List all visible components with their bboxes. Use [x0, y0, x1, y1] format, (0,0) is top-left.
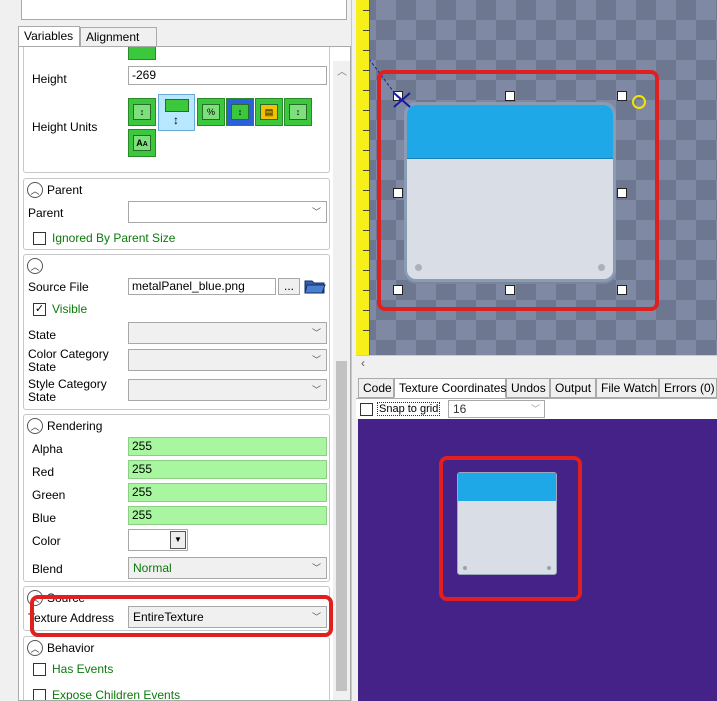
- collapse-icon[interactable]: ︿: [27, 182, 43, 198]
- highlight-texture-address: [30, 595, 333, 637]
- chevron-down-icon: ﹀: [311, 207, 321, 217]
- chevron-down-icon: ﹀: [311, 328, 321, 338]
- chevron-down-icon: ﹀: [311, 563, 321, 573]
- unit-button-partial[interactable]: [128, 47, 156, 60]
- units-file-button[interactable]: ↕: [284, 98, 312, 126]
- snap-toolbar: Snap to grid 16 ﹀: [356, 398, 717, 419]
- behavior-header: Behavior: [47, 641, 95, 655]
- source-file-input[interactable]: metalPanel_blue.png: [128, 278, 276, 295]
- collapse-icon[interactable]: ︿: [27, 640, 43, 656]
- blue-label: Blue: [32, 511, 57, 525]
- behavior-section: ︿ Behavior Has Events Expose Children Eve…: [23, 636, 330, 701]
- ignored-by-parent-checkbox[interactable]: [33, 232, 46, 245]
- tab-code[interactable]: Code: [358, 378, 394, 398]
- snap-to-grid-checkbox[interactable]: [360, 403, 373, 416]
- visible-checkbox[interactable]: ✓: [33, 303, 46, 316]
- height-input[interactable]: -269: [128, 66, 327, 85]
- red-label: Red: [32, 465, 55, 479]
- has-events-checkbox[interactable]: [33, 663, 46, 676]
- texture-preview[interactable]: [358, 419, 717, 701]
- green-label: Green: [32, 488, 66, 502]
- tab-variables[interactable]: Variables: [18, 26, 80, 47]
- parent-header: Parent: [47, 183, 83, 197]
- red-input[interactable]: 255: [128, 460, 327, 479]
- chevron-down-icon: ﹀: [311, 355, 321, 365]
- browse-button[interactable]: ...: [278, 278, 300, 295]
- collapse-icon[interactable]: ︿: [27, 418, 43, 434]
- blend-label: Blend: [32, 562, 63, 576]
- canvas-horizontal-scrollbar[interactable]: ‹: [356, 355, 717, 373]
- properties-panel: Variables Alignment ︿ Height -269 Height…: [0, 0, 352, 701]
- tab-errors[interactable]: Errors (0): [659, 378, 717, 398]
- alpha-input[interactable]: 255: [128, 437, 327, 456]
- height-units-label: Height Units: [32, 120, 98, 134]
- dropdown-arrow-icon: ▼: [170, 531, 186, 549]
- source-file-section: ︿ Source File metalPanel_blue.png ... ✓ …: [23, 254, 330, 410]
- tab-undos[interactable]: Undos: [506, 378, 550, 398]
- highlight-selected-sprite: [377, 70, 659, 311]
- state-dropdown[interactable]: ﹀: [128, 322, 327, 344]
- scroll-left-icon[interactable]: ‹: [361, 356, 365, 370]
- grid-size-dropdown[interactable]: 16 ﹀: [448, 400, 545, 418]
- vertical-ruler: [356, 0, 370, 355]
- chevron-down-icon: ﹀: [530, 404, 540, 414]
- units-text-button[interactable]: AA: [128, 129, 156, 157]
- color-category-label: Color Category State: [28, 347, 109, 374]
- scrollbar-thumb[interactable]: [336, 361, 347, 691]
- collapse-icon[interactable]: ︿: [27, 258, 43, 274]
- chevron-down-icon: ﹀: [311, 385, 321, 395]
- style-category-label: Style Category State: [28, 377, 107, 404]
- highlight-texture-region: [439, 456, 582, 601]
- alpha-label: Alpha: [32, 442, 63, 456]
- snap-to-grid-label: Snap to grid: [377, 402, 441, 416]
- rendering-section: ︿ Rendering Alpha 255 Red 255 Green 255 B…: [23, 414, 330, 582]
- rendering-header: Rendering: [47, 419, 103, 433]
- source-file-label: Source File: [28, 280, 89, 294]
- scroll-up-icon[interactable]: ︿: [337, 63, 347, 78]
- height-label: Height: [32, 72, 67, 86]
- units-children-button[interactable]: ▤: [255, 98, 283, 126]
- parent-section: ︿ Parent Parent ﹀ Ignored By Parent Size: [23, 178, 330, 250]
- ignored-by-parent-label: Ignored By Parent Size: [52, 231, 176, 245]
- units-absolute-button[interactable]: ↕: [128, 98, 156, 126]
- expose-children-checkbox[interactable]: [33, 689, 46, 700]
- color-category-dropdown[interactable]: ﹀: [128, 349, 327, 371]
- parent-dropdown[interactable]: ﹀: [128, 201, 327, 223]
- units-ratio-button[interactable]: ↕: [226, 98, 254, 126]
- state-label: State: [28, 328, 57, 342]
- tab-output[interactable]: Output: [550, 378, 596, 398]
- properties-scrollbar[interactable]: ︿: [333, 61, 350, 700]
- folder-icon[interactable]: [304, 277, 326, 295]
- color-label: Color: [32, 534, 61, 548]
- units-relative-button[interactable]: ↕: [158, 94, 195, 131]
- has-events-label: Has Events: [52, 662, 114, 676]
- style-category-dropdown[interactable]: ﹀: [128, 379, 327, 401]
- blend-dropdown[interactable]: Normal ﹀: [128, 557, 327, 579]
- parent-label: Parent: [28, 206, 64, 220]
- size-section: Height -269 Height Units ↕ ↕ % ↕ ▤ ↕ AA: [23, 47, 330, 173]
- tab-texture-coordinates[interactable]: Texture Coordinates: [394, 378, 506, 398]
- tab-alignment[interactable]: Alignment: [80, 27, 157, 47]
- units-percent-button[interactable]: %: [197, 98, 225, 126]
- bottom-tabs: Code Texture Coordinates Undos Output Fi…: [356, 378, 717, 398]
- top-list-box[interactable]: [21, 0, 347, 20]
- expose-children-label: Expose Children Events: [52, 688, 181, 701]
- color-picker[interactable]: ▼: [128, 529, 188, 551]
- editor-canvas[interactable]: [356, 0, 717, 355]
- visible-label: Visible: [52, 302, 88, 316]
- blue-input[interactable]: 255: [128, 506, 327, 525]
- green-input[interactable]: 255: [128, 483, 327, 502]
- tab-file-watch[interactable]: File Watch: [596, 378, 659, 398]
